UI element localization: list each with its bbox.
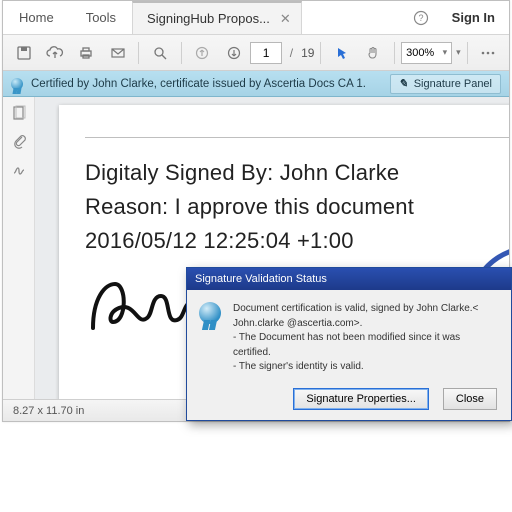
dialog-line3: - The signer's identity is valid. <box>233 360 499 375</box>
dialog-line2: - The Document has not been modified sin… <box>233 331 499 360</box>
timestamp-line: 2016/05/12 12:25:04 +1:00 <box>85 224 509 258</box>
toolbar-divider <box>320 42 321 64</box>
save-icon[interactable] <box>9 39 38 67</box>
sign-in-button[interactable]: Sign In <box>438 1 509 34</box>
zoom-value: 300% <box>406 47 434 59</box>
signatures-icon[interactable] <box>11 161 27 177</box>
page-thumbnails-icon[interactable] <box>11 105 27 121</box>
mail-icon[interactable] <box>103 39 132 67</box>
cloud-upload-icon[interactable] <box>40 39 69 67</box>
signature-properties-button[interactable]: Signature Properties... <box>293 388 428 410</box>
toolbar-divider <box>394 42 395 64</box>
toolbar-divider <box>138 42 139 64</box>
close-button[interactable]: Close <box>443 388 497 410</box>
page-separator: / <box>284 46 299 60</box>
dialog-message: Document certification is valid, signed … <box>233 302 499 375</box>
ribbon-icon <box>199 302 221 324</box>
dialog-buttons: Signature Properties... Close <box>293 388 497 410</box>
horizontal-rule <box>85 137 509 138</box>
signature-validation-dialog: Signature Validation Status Document cer… <box>186 267 512 421</box>
toolbar: 1 / 19 300% ▾ ▾ <box>3 35 509 71</box>
more-icon[interactable] <box>474 39 503 67</box>
dialog-line1: Document certification is valid, signed … <box>233 302 499 331</box>
tab-tools[interactable]: Tools <box>70 1 132 34</box>
left-sidebar <box>3 97 35 399</box>
chevron-down-icon: ▾ <box>443 47 448 58</box>
tab-document[interactable]: SigningHub Propos... ✕ <box>132 1 302 34</box>
pen-icon: ✎ <box>399 77 408 90</box>
toolbar-divider <box>467 42 468 64</box>
page-number-input[interactable]: 1 <box>250 42 281 64</box>
page-total: 19 <box>301 46 314 60</box>
hand-pan-icon[interactable] <box>359 39 388 67</box>
reason-line: Reason: I approve this document <box>85 190 509 224</box>
signed-by-line: Digitaly Signed By: John Clarke <box>85 156 509 190</box>
page-up-icon[interactable] <box>188 39 217 67</box>
toolbar-divider <box>181 42 182 64</box>
certification-banner: Certified by John Clarke, certificate is… <box>3 71 509 97</box>
page-dimensions: 8.27 x 11.70 in <box>13 405 84 417</box>
certification-text: Certified by John Clarke, certificate is… <box>31 78 366 90</box>
tab-home[interactable]: Home <box>3 1 70 34</box>
close-tab-icon[interactable]: ✕ <box>280 11 291 27</box>
zoom-dropdown[interactable]: 300% ▾ <box>401 42 452 64</box>
print-icon[interactable] <box>72 39 101 67</box>
search-icon[interactable] <box>145 39 174 67</box>
dialog-body: Document certification is valid, signed … <box>187 290 511 383</box>
dialog-title-bar[interactable]: Signature Validation Status <box>187 268 511 290</box>
tab-document-label: SigningHub Propos... <box>147 11 270 26</box>
ribbon-icon <box>11 78 23 90</box>
tab-bar: Home Tools SigningHub Propos... ✕ ? Sign… <box>3 1 509 35</box>
signature-panel-button[interactable]: ✎ Signature Panel <box>390 74 502 94</box>
dialog-title: Signature Validation Status <box>195 273 327 285</box>
signature-panel-label: Signature Panel <box>414 78 492 90</box>
page-down-icon[interactable] <box>219 39 248 67</box>
chevron-down-icon[interactable]: ▾ <box>456 47 461 58</box>
arrow-cursor-icon[interactable] <box>327 39 356 67</box>
attachments-icon[interactable] <box>11 133 27 149</box>
svg-text:?: ? <box>418 13 423 23</box>
help-icon[interactable]: ? <box>404 1 438 34</box>
